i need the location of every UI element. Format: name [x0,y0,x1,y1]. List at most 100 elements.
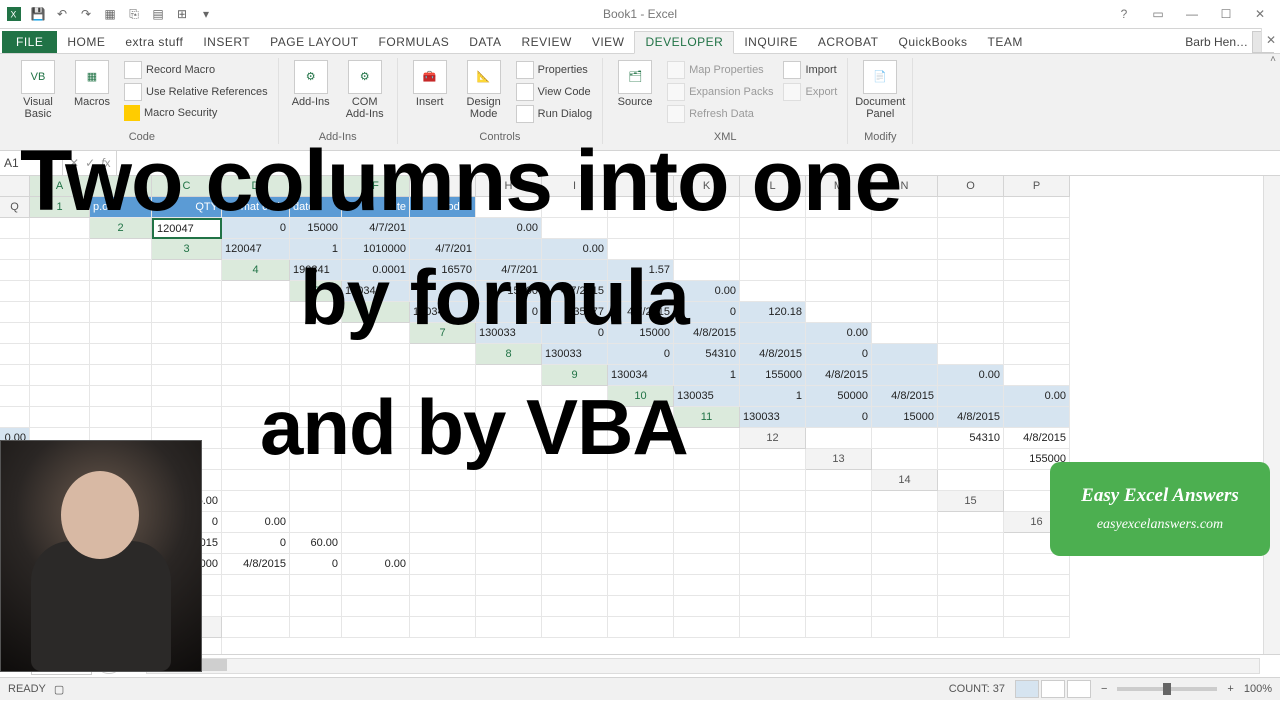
cell[interactable]: 1 [290,239,342,260]
row-header[interactable]: 14 [872,470,938,491]
cell[interactable]: 190341 [290,260,342,281]
cell[interactable] [222,365,290,386]
cell[interactable] [806,260,872,281]
cell[interactable] [542,596,608,617]
cell[interactable]: 0.0001 [342,260,410,281]
com-addins-button[interactable]: ⚙COM Add-Ins [341,58,389,120]
cell[interactable] [542,470,608,491]
enter-icon[interactable]: ✓ [85,156,95,170]
cell[interactable] [90,323,152,344]
cell[interactable] [542,533,608,554]
cell[interactable] [0,323,30,344]
row-header[interactable]: 4 [222,260,290,281]
cell[interactable] [410,554,476,575]
row-header[interactable]: 1 [30,197,90,218]
cell[interactable] [740,197,806,218]
cell[interactable]: 0.00 [674,281,740,302]
cell[interactable]: 0 [806,344,872,365]
cell[interactable] [30,407,90,428]
cell[interactable] [342,596,410,617]
cell[interactable]: 155000 [740,365,806,386]
cell[interactable] [806,512,872,533]
cell[interactable]: QTY [152,197,222,218]
cell[interactable] [872,512,938,533]
cell[interactable] [290,575,342,596]
cell[interactable] [938,596,1004,617]
cell[interactable] [674,218,740,239]
zoom-level[interactable]: 100% [1244,683,1272,695]
col-header[interactable]: L [740,176,806,197]
cell[interactable] [410,344,476,365]
col-header[interactable]: M [806,176,872,197]
redo-icon[interactable]: ↷ [76,4,96,24]
cell[interactable]: 190341 [410,302,476,323]
cell[interactable] [152,302,222,323]
row-header[interactable]: 7 [410,323,476,344]
cell[interactable] [342,491,410,512]
cell[interactable]: 190341 [342,281,410,302]
cell[interactable] [152,260,222,281]
cell[interactable]: 4/8/2015 [740,344,806,365]
cell[interactable] [410,470,476,491]
cell[interactable] [542,449,608,470]
cell[interactable] [410,365,476,386]
cell[interactable] [608,407,674,428]
cell[interactable]: mat code [222,197,290,218]
cell[interactable] [222,575,290,596]
cell[interactable] [222,449,290,470]
cell[interactable] [674,554,740,575]
cell[interactable] [740,617,806,638]
cell[interactable] [342,344,410,365]
cell[interactable] [938,302,1004,323]
cell[interactable] [30,323,90,344]
cell[interactable] [222,281,290,302]
cell[interactable] [938,218,1004,239]
cell[interactable] [674,239,740,260]
cell[interactable] [740,449,806,470]
cell[interactable] [740,512,806,533]
row-header[interactable]: 3 [152,239,222,260]
cell[interactable] [1004,407,1070,428]
cell[interactable] [290,512,342,533]
cell[interactable] [608,554,674,575]
cell[interactable] [1004,302,1070,323]
cell[interactable]: 0.00 [342,554,410,575]
cell[interactable]: 1 [674,365,740,386]
cell[interactable] [476,512,542,533]
qat-button[interactable]: ⎘ [124,4,144,24]
cell[interactable] [740,575,806,596]
cell[interactable]: 0 [410,281,476,302]
cell[interactable] [90,239,152,260]
tab-developer[interactable]: DEVELOPER [634,31,734,54]
cell[interactable] [30,365,90,386]
cell[interactable]: 54310 [674,344,740,365]
cell[interactable] [872,617,938,638]
cell[interactable] [938,323,1004,344]
cell[interactable] [0,239,30,260]
cell[interactable] [90,281,152,302]
cell[interactable] [674,470,740,491]
cell[interactable] [740,323,806,344]
cell[interactable]: 4/7/2015 [542,281,608,302]
cell[interactable] [0,218,30,239]
tab-acrobat[interactable]: ACROBAT [808,32,889,53]
cell[interactable] [410,407,476,428]
cell[interactable] [1004,617,1070,638]
cell[interactable] [542,512,608,533]
macro-record-icon[interactable]: ▢ [54,683,64,696]
cell[interactable] [806,239,872,260]
cell[interactable] [410,596,476,617]
cell[interactable]: 4/8/2015 [674,323,740,344]
view-page-layout-button[interactable] [1041,680,1065,698]
col-header[interactable]: I [542,176,608,197]
col-header[interactable]: B [90,176,152,197]
cell[interactable]: 54310 [938,428,1004,449]
cell[interactable] [740,260,806,281]
cell[interactable]: 4/7/2015 [608,302,674,323]
tab-extra[interactable]: extra stuff [115,32,193,53]
cell[interactable] [608,491,674,512]
row-header[interactable]: 9 [542,365,608,386]
tab-insert[interactable]: INSERT [193,32,260,53]
cell[interactable] [476,575,542,596]
cell[interactable] [0,407,30,428]
